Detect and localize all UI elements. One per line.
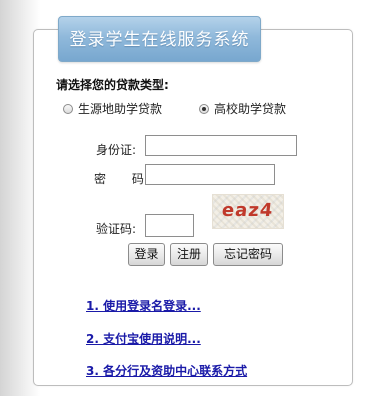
captcha-input[interactable] (145, 214, 194, 237)
id-card-label: 身份证: (96, 143, 137, 157)
register-button[interactable]: 注册 (170, 243, 208, 266)
password-input[interactable] (145, 164, 275, 185)
loan-type-option-label: 生源地助学贷款 (78, 102, 163, 116)
radio-origin-loan[interactable] (63, 103, 73, 114)
panel-title: 登录学生在线服务系统 (58, 16, 261, 62)
loan-type-option-campus[interactable]: 高校助学贷款 (199, 100, 286, 117)
id-card-input[interactable] (145, 135, 297, 156)
help-link-branch-contacts[interactable]: 3. 各分行及资助中心联系方式 (86, 362, 247, 379)
login-button[interactable]: 登录 (128, 243, 165, 266)
captcha-image[interactable]: eaz4 (212, 194, 284, 229)
loan-type-option-label: 高校助学贷款 (214, 102, 287, 116)
radio-campus-loan[interactable] (199, 103, 209, 114)
loan-type-option-origin[interactable]: 生源地助学贷款 (63, 100, 162, 117)
help-link-alipay-guide[interactable]: 2. 支付宝使用说明... (86, 330, 201, 347)
loan-type-label: 请选择您的贷款类型: (56, 78, 169, 92)
help-link-login-name[interactable]: 1. 使用登录名登录... (86, 297, 201, 314)
captcha-label: 验证码: (96, 222, 137, 236)
captcha-image-text: eaz4 (221, 200, 275, 221)
forgot-password-button[interactable]: 忘记密码 (213, 243, 283, 266)
